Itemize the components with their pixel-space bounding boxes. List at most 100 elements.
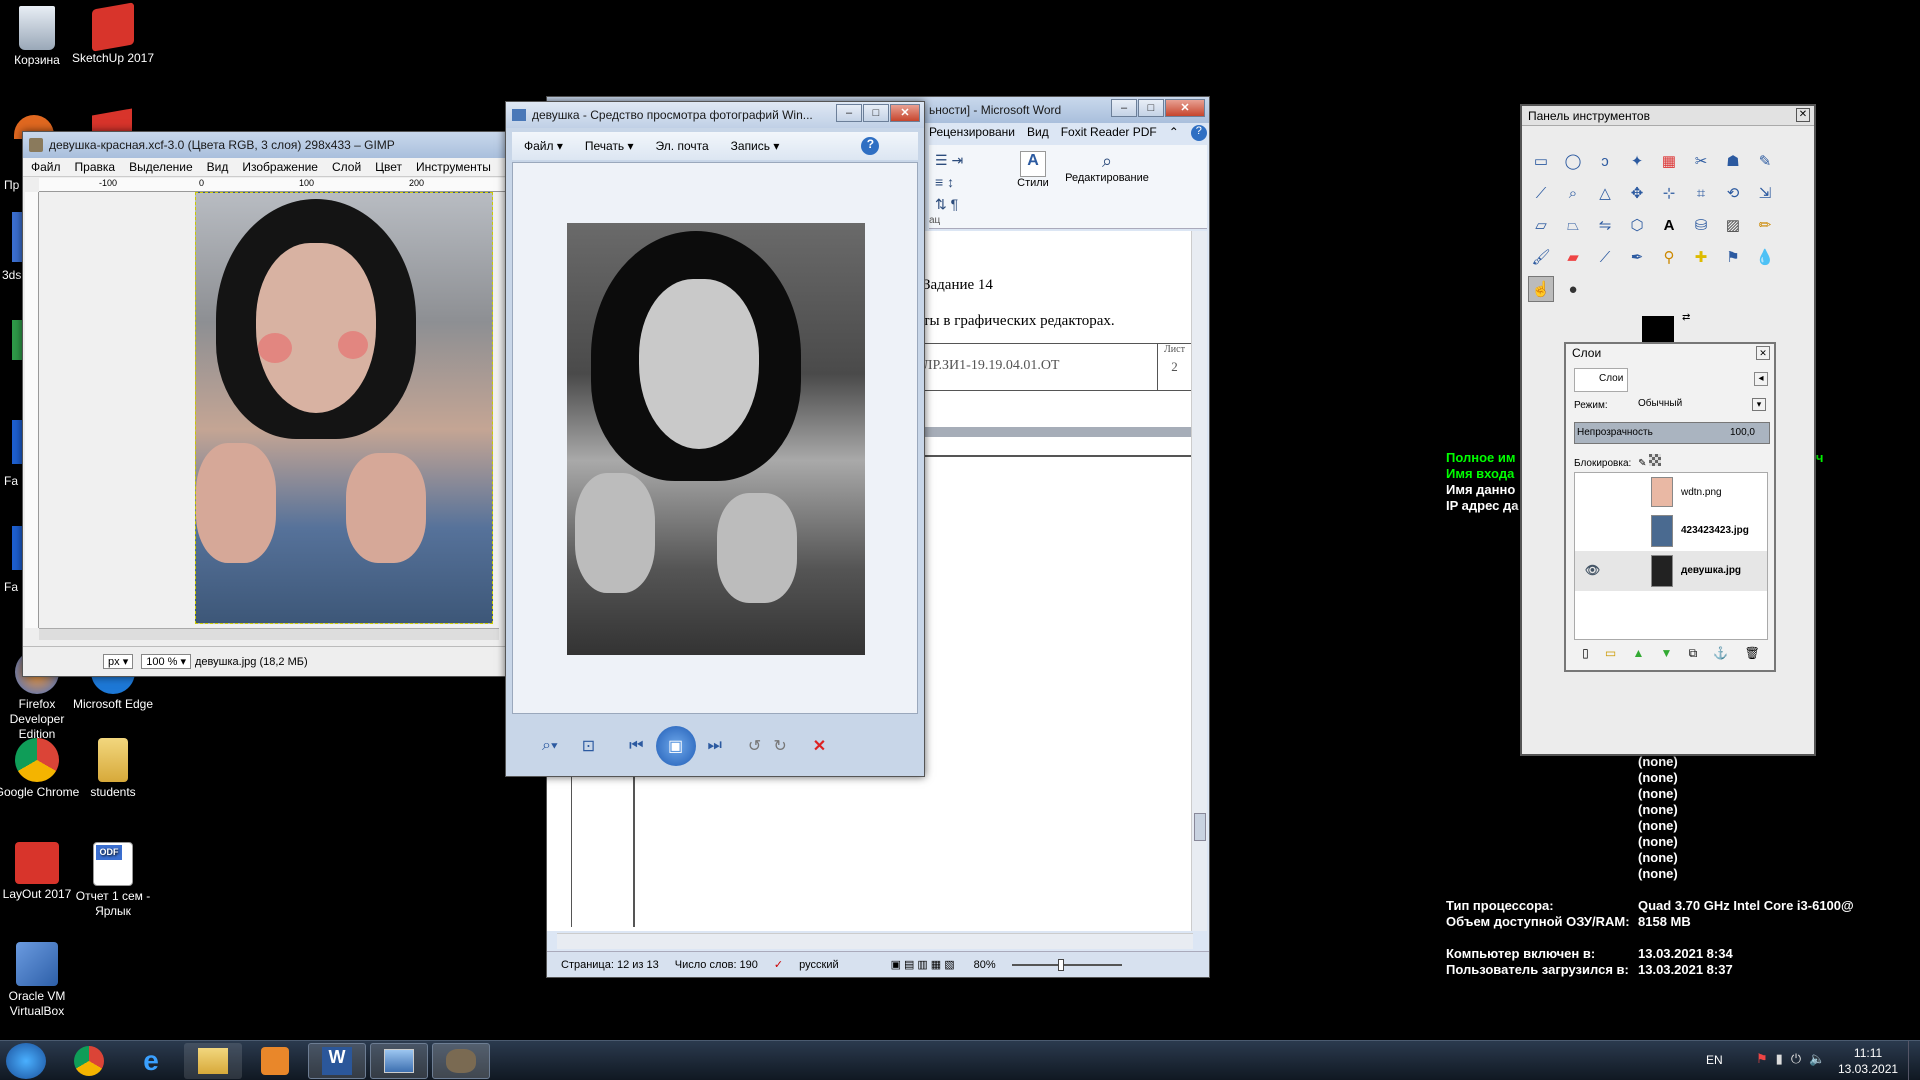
- spellcheck-icon[interactable]: ✓: [774, 958, 783, 971]
- anchor-layer-icon[interactable]: ⚓: [1713, 646, 1728, 661]
- mode-select[interactable]: Обычный ▾: [1634, 398, 1766, 414]
- toolbox-titlebar[interactable]: Панель инструментов ✕: [1522, 106, 1814, 126]
- minimize-button[interactable]: –: [1111, 99, 1137, 117]
- horizontal-scrollbar[interactable]: [557, 933, 1193, 949]
- vertical-scrollbar[interactable]: [1191, 231, 1207, 931]
- color-picker-icon[interactable]: ⟋: [1528, 180, 1554, 206]
- previous-icon[interactable]: ⏮: [629, 737, 643, 755]
- desktop-icon-report[interactable]: ODF Отчет 1 сем - Ярлык: [68, 842, 158, 919]
- editing-button[interactable]: ⌕ Редактирование: [1059, 151, 1155, 184]
- start-button[interactable]: [6, 1043, 46, 1079]
- taskbar-ie[interactable]: e: [122, 1043, 180, 1079]
- text-icon[interactable]: A: [1656, 212, 1682, 238]
- color-select-icon[interactable]: ▦: [1656, 148, 1682, 174]
- menu-burn[interactable]: Запись ▾: [731, 139, 780, 153]
- swap-colors-icon[interactable]: ⇄: [1682, 312, 1690, 323]
- gimp-titlebar[interactable]: девушка-красная.xcf-3.0 (Цвета RGB, 3 сл…: [23, 132, 505, 158]
- gradient-icon[interactable]: ▨: [1720, 212, 1746, 238]
- language-indicator[interactable]: EN: [1706, 1053, 1723, 1067]
- taskbar-word[interactable]: W: [308, 1043, 366, 1079]
- move-icon[interactable]: ✥: [1624, 180, 1650, 206]
- zoom-level[interactable]: 80%: [974, 959, 996, 971]
- raise-layer-icon[interactable]: ▲: [1632, 646, 1644, 661]
- menu-layer[interactable]: Слой: [332, 160, 361, 174]
- new-layer-icon[interactable]: ▯: [1582, 646, 1589, 661]
- lower-layer-icon[interactable]: ▼: [1661, 646, 1673, 661]
- zoom-icon[interactable]: ⌕: [1560, 180, 1586, 206]
- view-buttons[interactable]: ▣▤▥▦▧: [891, 958, 958, 971]
- pencil-icon[interactable]: ✏: [1752, 212, 1778, 238]
- menu-image[interactable]: Изображение: [242, 160, 318, 174]
- pilcrow-icon[interactable]: ¶: [951, 196, 959, 212]
- opacity-slider[interactable]: Непрозрачность 100,0: [1574, 422, 1770, 444]
- foreground-color[interactable]: [1642, 316, 1674, 344]
- zoom-select[interactable]: 100 % ▾: [141, 654, 192, 669]
- gimp-hscrollbar[interactable]: [39, 628, 499, 640]
- actual-size-icon[interactable]: ⊡: [582, 736, 595, 756]
- chevron-up-icon[interactable]: ⌃: [1169, 125, 1179, 141]
- tab-review[interactable]: Рецензировани: [929, 125, 1015, 141]
- menu-edit[interactable]: Правка: [75, 160, 116, 174]
- sort-icon[interactable]: ⇅: [935, 196, 947, 212]
- scrollbar-thumb[interactable]: [1194, 813, 1206, 841]
- show-desktop-button[interactable]: [1908, 1041, 1920, 1080]
- layers-tab[interactable]: Слои: [1574, 368, 1628, 392]
- delete-layer-icon[interactable]: 🗑: [1745, 646, 1760, 661]
- close-icon[interactable]: ✕: [1756, 346, 1770, 360]
- bucket-fill-icon[interactable]: ⛁: [1688, 212, 1714, 238]
- delete-icon[interactable]: ✕: [813, 736, 826, 756]
- align-icon[interactable]: ⊹: [1656, 180, 1682, 206]
- layer-item[interactable]: 423423423.jpg: [1575, 511, 1767, 551]
- maximize-button[interactable]: □: [863, 104, 889, 122]
- eraser-icon[interactable]: ▰: [1560, 244, 1586, 270]
- zoom-slider[interactable]: [1011, 958, 1122, 971]
- status-language[interactable]: русский: [799, 959, 838, 971]
- clock[interactable]: 11:11 13.03.2021: [1838, 1045, 1898, 1077]
- duplicate-layer-icon[interactable]: ⧉: [1689, 646, 1698, 661]
- rotate-right-icon[interactable]: ↻: [773, 736, 786, 756]
- gimp-toolbox-window[interactable]: Панель инструментов ✕ ▭ ◯ ↄ ✦ ▦ ✂ ☗ ✎ ⟋ …: [1520, 104, 1816, 756]
- layer-item[interactable]: wdtn.png: [1575, 473, 1767, 511]
- menu-tools[interactable]: Инструменты: [416, 160, 491, 174]
- close-button[interactable]: ✕: [1165, 99, 1205, 117]
- ink-icon[interactable]: ✒: [1624, 244, 1650, 270]
- menu-file[interactable]: Файл ▾: [524, 139, 563, 153]
- rect-select-icon[interactable]: ▭: [1528, 148, 1554, 174]
- gimp-canvas[interactable]: [39, 192, 499, 628]
- heal-icon[interactable]: ✚: [1688, 244, 1714, 270]
- new-layer-group-icon[interactable]: ▭: [1605, 646, 1616, 661]
- taskbar-chrome[interactable]: [60, 1043, 118, 1079]
- desktop-icon-sketchup[interactable]: SketchUp 2017: [68, 2, 158, 66]
- perspective-icon[interactable]: ⏢: [1560, 212, 1586, 238]
- shear-icon[interactable]: ▱: [1528, 212, 1554, 238]
- gimp-image-window[interactable]: девушка-красная.xcf-3.0 (Цвета RGB, 3 сл…: [22, 131, 506, 677]
- desktop-icon-virtualbox[interactable]: Oracle VM VirtualBox: [0, 942, 82, 1019]
- action-center-icon[interactable]: ⚑: [1756, 1051, 1768, 1067]
- rotate-icon[interactable]: ⟲: [1720, 180, 1746, 206]
- free-select-icon[interactable]: ↄ: [1592, 148, 1618, 174]
- taskbar-media-player[interactable]: [246, 1043, 304, 1079]
- align-icon[interactable]: ≡: [935, 174, 943, 190]
- ellipse-select-icon[interactable]: ◯: [1560, 148, 1586, 174]
- fuzzy-select-icon[interactable]: ✦: [1624, 148, 1650, 174]
- crop-icon[interactable]: ⌗: [1688, 180, 1714, 206]
- scale-icon[interactable]: ⇲: [1752, 180, 1778, 206]
- perspective-clone-icon[interactable]: ⚑: [1720, 244, 1746, 270]
- list-icon[interactable]: ☰: [935, 152, 948, 168]
- tab-view[interactable]: Вид: [1027, 125, 1049, 141]
- menu-file[interactable]: Файл: [31, 160, 61, 174]
- zoom-slider-thumb[interactable]: [1057, 958, 1064, 971]
- scissors-icon[interactable]: ✂: [1688, 148, 1714, 174]
- desktop-icon-students[interactable]: students: [68, 738, 158, 800]
- flip-icon[interactable]: ⇋: [1592, 212, 1618, 238]
- lock-pixels-icon[interactable]: ✎: [1638, 458, 1646, 469]
- taskbar-photo-viewer[interactable]: [370, 1043, 428, 1079]
- slideshow-button[interactable]: ▣: [655, 726, 696, 766]
- help-icon[interactable]: ?: [861, 137, 880, 155]
- taskbar-gimp[interactable]: [432, 1043, 490, 1079]
- smudge-icon[interactable]: ☝: [1528, 276, 1554, 302]
- status-page[interactable]: Страница: 12 из 13: [561, 959, 659, 971]
- menu-email[interactable]: Эл. почта: [656, 139, 709, 153]
- unit-select[interactable]: px ▾: [103, 654, 134, 669]
- paths-icon[interactable]: ✎: [1752, 148, 1778, 174]
